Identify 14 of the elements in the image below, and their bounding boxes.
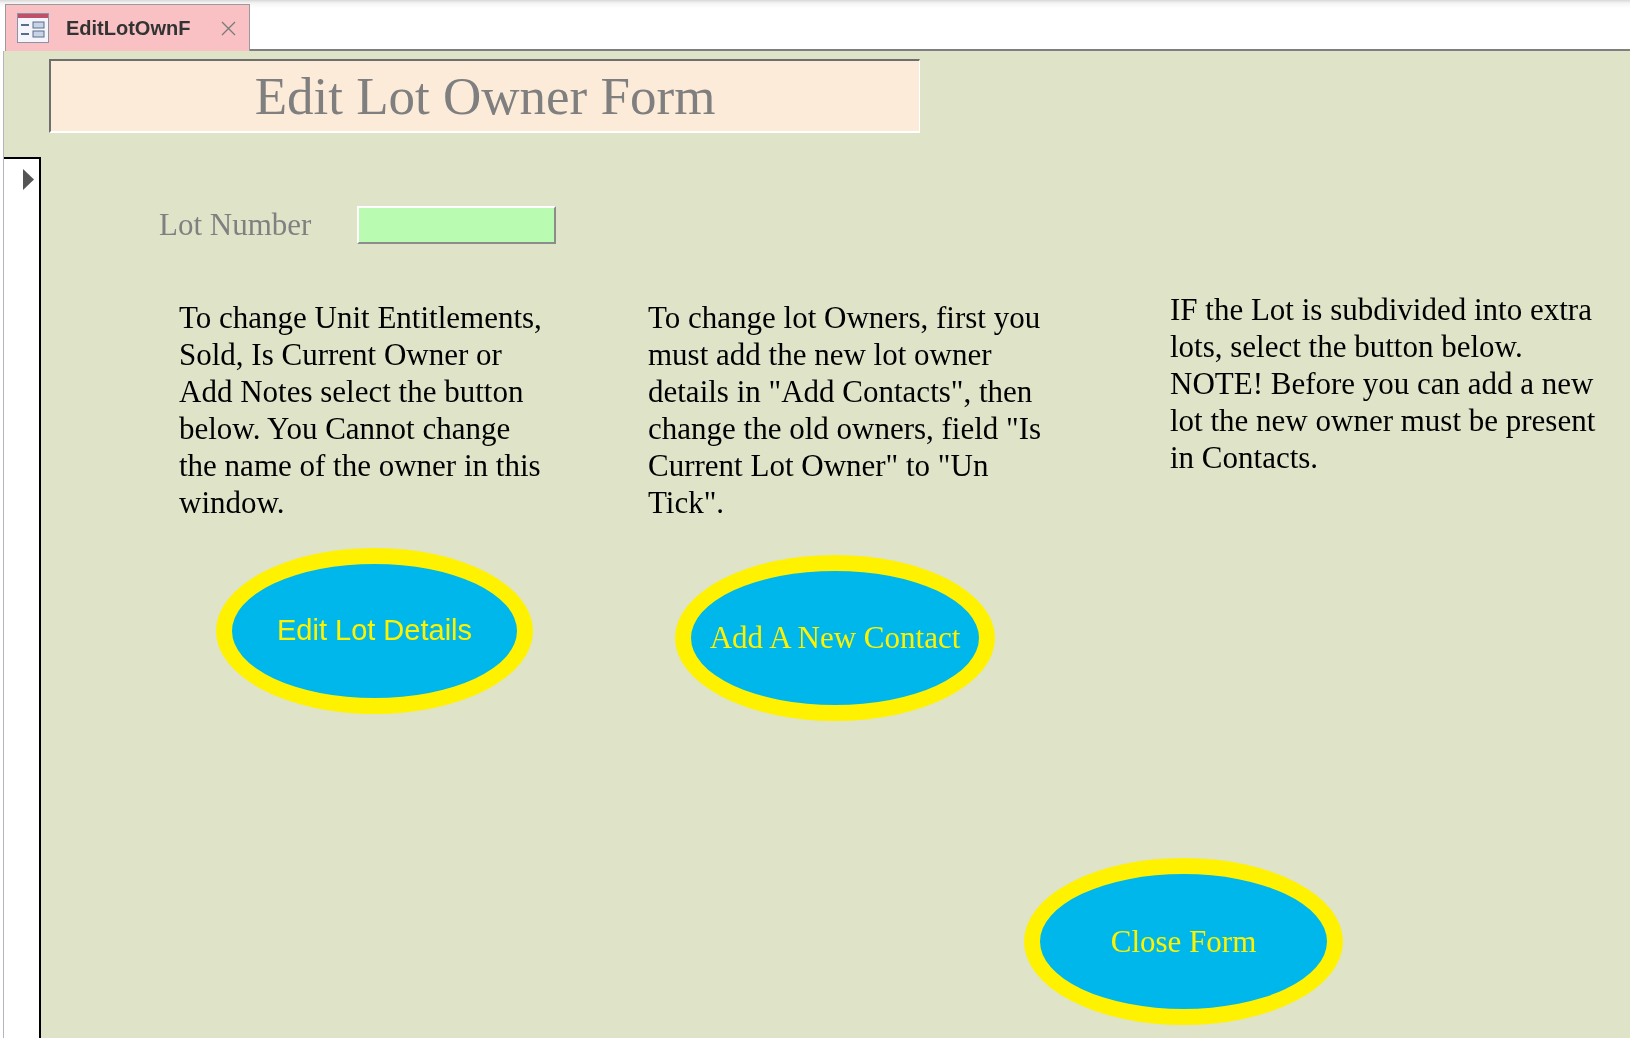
instruction-text: To change Unit Entitlements, Sold, Is Current Owner or Add Notes select the button below. You Cannot change the name of the owner in this window.: [179, 298, 543, 521]
edit-lot-details-button[interactable]: Edit Lot Details: [216, 547, 533, 714]
close-icon[interactable]: [221, 20, 237, 36]
instruction-text: To change lot Owners, first you must add the new lot owner details in "Add Contacts", then change the old owners, field "Is Current Lot Owner" to "Un Tick".: [648, 298, 1043, 521]
add-new-contact-button[interactable]: Add A New Contact: [675, 554, 995, 721]
document-tab[interactable]: EditLotOwnF: [5, 4, 250, 51]
field-label: Lot Number: [159, 206, 313, 244]
form-title: Edit Lot Owner Form: [254, 69, 716, 123]
close-form-button[interactable]: Close Form: [1024, 857, 1343, 1025]
form-icon: [17, 13, 49, 43]
caret-right-icon: [23, 169, 34, 190]
record-selector[interactable]: [4, 157, 41, 1038]
lot-number-field[interactable]: [357, 206, 556, 245]
instruction-text: IF the Lot is subdivided into extra lots, select the button below. NOTE! Before you can add a new lot the new owner must be present in Contacts.: [1170, 290, 1597, 476]
